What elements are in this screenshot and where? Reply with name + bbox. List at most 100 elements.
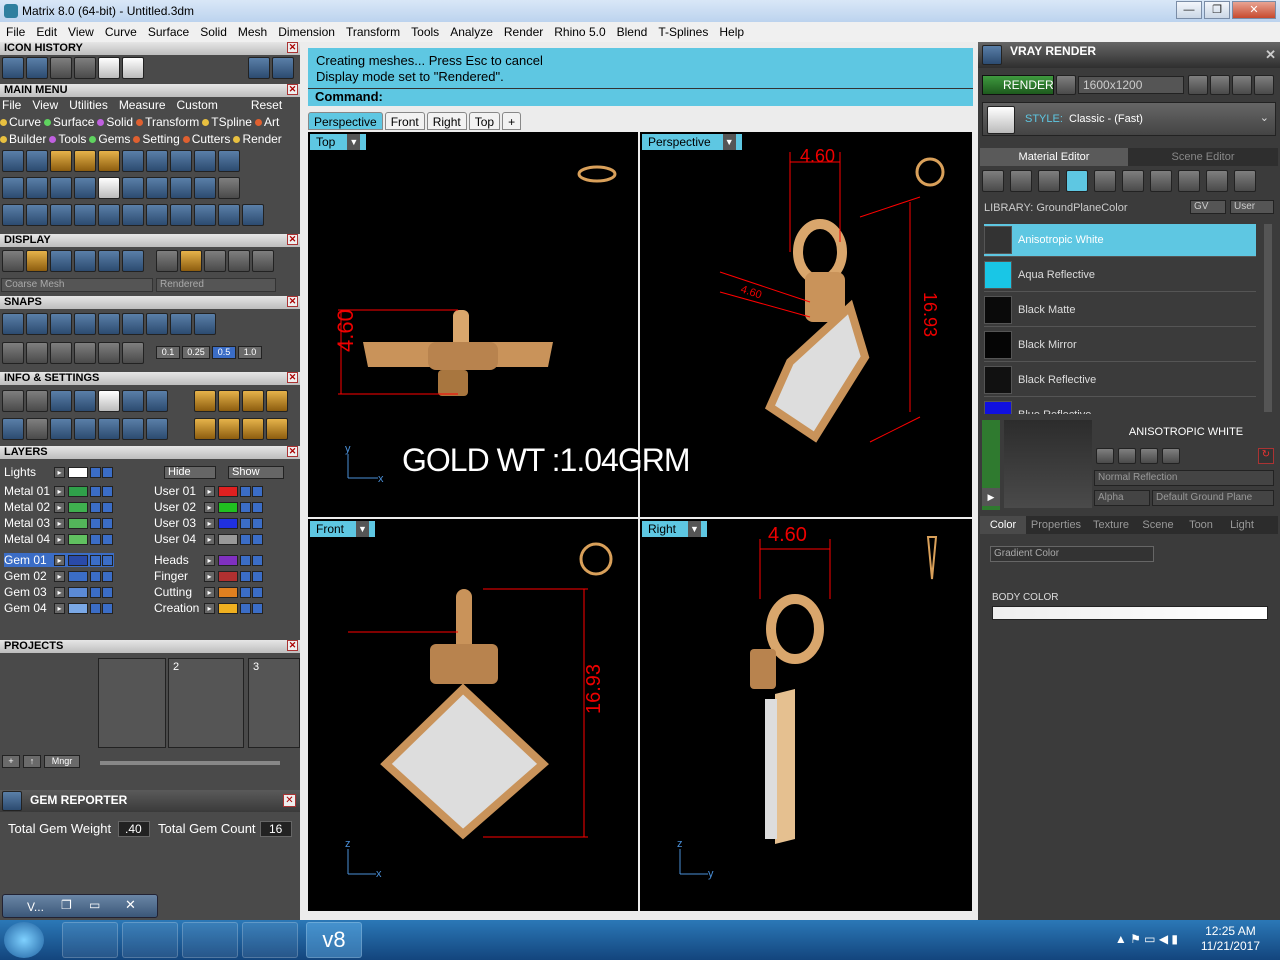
info-icon[interactable] bbox=[146, 390, 168, 412]
folder-icon[interactable] bbox=[122, 922, 178, 958]
left-layer-row[interactable]: Gem 02 ▸ bbox=[4, 569, 114, 583]
subtab-properties[interactable]: Properties bbox=[1026, 516, 1086, 534]
display-icon[interactable] bbox=[26, 250, 48, 272]
arrow-icon[interactable]: ▸ bbox=[54, 554, 65, 566]
tool-icon[interactable] bbox=[146, 177, 168, 199]
layer-toggle[interactable] bbox=[240, 501, 251, 513]
info-icon[interactable] bbox=[146, 418, 168, 440]
project-slot-3[interactable]: 3 bbox=[248, 658, 300, 748]
tool-icon[interactable] bbox=[2, 177, 24, 199]
subtab-color[interactable]: Color bbox=[980, 516, 1026, 534]
cat-surface[interactable]: Surface bbox=[44, 115, 94, 129]
tool-icon[interactable] bbox=[98, 150, 120, 172]
snap-icon[interactable] bbox=[98, 342, 120, 364]
viewport-front[interactable]: Front ▼ 16.93 zx bbox=[308, 519, 638, 911]
material-item[interactable]: Black Mirror bbox=[984, 329, 1256, 362]
snap-icon[interactable] bbox=[74, 342, 96, 364]
right-layer-row[interactable]: User 04 ▸ bbox=[154, 532, 264, 546]
snap-icon[interactable] bbox=[50, 342, 72, 364]
mesh-density-select[interactable]: Coarse Mesh bbox=[1, 278, 153, 292]
wireframe-icon[interactable] bbox=[2, 250, 24, 272]
info-icon[interactable] bbox=[26, 390, 48, 412]
tool-icon[interactable] bbox=[146, 150, 168, 172]
layer-toggle[interactable] bbox=[102, 533, 113, 545]
snap-value-0-1[interactable]: 0.1 bbox=[156, 346, 180, 359]
mm-utilities[interactable]: Utilities bbox=[69, 98, 108, 112]
layer-toggle[interactable] bbox=[90, 570, 101, 582]
arrow-icon[interactable]: ▸ bbox=[204, 501, 215, 513]
start-button[interactable] bbox=[4, 922, 44, 958]
maximize-button[interactable]: ❐ bbox=[1204, 1, 1230, 19]
menu-help[interactable]: Help bbox=[719, 25, 744, 39]
material-item[interactable]: Anisotropic White bbox=[984, 224, 1256, 257]
layer-toggle[interactable] bbox=[90, 466, 101, 478]
left-layer-row[interactable]: Gem 01 ▸ bbox=[4, 553, 114, 567]
arrow-icon[interactable]: ▸ bbox=[204, 586, 215, 598]
left-layer-row[interactable]: Metal 03 ▸ bbox=[4, 516, 114, 530]
cat-art[interactable]: Art bbox=[254, 115, 279, 129]
tool-icon[interactable] bbox=[194, 204, 216, 226]
settings-icon[interactable] bbox=[2, 390, 24, 412]
snap-value-0-25[interactable]: 0.25 bbox=[182, 346, 210, 359]
tool-icon[interactable] bbox=[218, 150, 240, 172]
restore-icon[interactable]: ❐ bbox=[61, 898, 72, 912]
shaded-icon[interactable] bbox=[50, 250, 72, 272]
up-arrow-icon[interactable]: ↑ bbox=[23, 755, 41, 768]
close-icon[interactable]: ✕ bbox=[283, 794, 296, 807]
layer-color-swatch[interactable] bbox=[68, 602, 88, 614]
history-forward-icon[interactable] bbox=[272, 57, 294, 79]
style-selector[interactable]: STYLE: Classic - (Fast) ⌄ bbox=[982, 102, 1276, 136]
tab-perspective[interactable]: Perspective bbox=[308, 112, 383, 130]
layer-toggle[interactable] bbox=[102, 466, 113, 478]
tool-icon[interactable] bbox=[74, 177, 96, 199]
display-icon[interactable] bbox=[122, 250, 144, 272]
history-back-icon[interactable] bbox=[248, 57, 270, 79]
layer-toggle[interactable] bbox=[102, 554, 113, 566]
ground-plane-icon[interactable] bbox=[1066, 170, 1088, 192]
info-icon[interactable] bbox=[122, 390, 144, 412]
layer-toggle[interactable] bbox=[252, 533, 263, 545]
material-tool-icon[interactable] bbox=[1096, 448, 1114, 464]
layer-toggle[interactable] bbox=[90, 485, 101, 497]
command-input[interactable]: Command: bbox=[308, 88, 973, 106]
cat-transform[interactable]: Transform bbox=[136, 115, 199, 129]
render-settings-icon[interactable] bbox=[1056, 75, 1076, 95]
project-slider[interactable] bbox=[100, 761, 280, 765]
left-layer-row[interactable]: Gem 03 ▸ bbox=[4, 585, 114, 599]
menu-edit[interactable]: Edit bbox=[36, 25, 57, 39]
layer-color-swatch[interactable] bbox=[218, 533, 238, 545]
arrow-icon[interactable]: ▸ bbox=[204, 517, 215, 529]
mm-file[interactable]: File bbox=[2, 98, 21, 112]
close-icon[interactable]: ✕ bbox=[1265, 46, 1276, 64]
rendered-icon[interactable] bbox=[74, 250, 96, 272]
tool-icon[interactable] bbox=[50, 150, 72, 172]
add-tab-button[interactable]: + bbox=[502, 112, 522, 130]
close-icon[interactable]: ✕ bbox=[287, 234, 298, 245]
layer-toggle[interactable] bbox=[240, 554, 251, 566]
left-layer-row[interactable]: Gem 04 ▸ bbox=[4, 601, 114, 615]
material-icon[interactable] bbox=[1094, 170, 1116, 192]
gem-icon[interactable] bbox=[1010, 170, 1032, 192]
minimize-button[interactable]: — bbox=[1176, 1, 1202, 19]
arrow-icon[interactable]: ▸ bbox=[204, 570, 215, 582]
close-icon[interactable]: ✕ bbox=[287, 446, 298, 457]
right-layer-row[interactable]: Cutting ▸ bbox=[154, 585, 264, 599]
project-slot-1[interactable] bbox=[98, 658, 166, 748]
maximize-icon[interactable]: ▭ bbox=[89, 898, 100, 912]
mm-custom[interactable]: Custom bbox=[177, 98, 218, 112]
material-item[interactable]: Aqua Reflective bbox=[984, 259, 1256, 292]
material-tool-icon[interactable] bbox=[1140, 448, 1158, 464]
layer-color-swatch[interactable] bbox=[218, 501, 238, 513]
layer-toggle[interactable] bbox=[252, 517, 263, 529]
snap-icon[interactable] bbox=[98, 313, 120, 335]
tool-icon[interactable] bbox=[122, 204, 144, 226]
right-layer-row[interactable]: User 02 ▸ bbox=[154, 500, 264, 514]
gradient-color-select[interactable]: Gradient Color bbox=[990, 546, 1154, 562]
layer-toggle[interactable] bbox=[102, 570, 113, 582]
ie-icon[interactable] bbox=[62, 922, 118, 958]
tool-icon[interactable] bbox=[122, 177, 144, 199]
tab-scene-editor[interactable]: Scene Editor bbox=[1128, 148, 1278, 166]
reset-button[interactable]: Reset bbox=[251, 98, 282, 112]
right-layer-row[interactable]: User 03 ▸ bbox=[154, 516, 264, 530]
list-icon[interactable] bbox=[1232, 75, 1252, 95]
